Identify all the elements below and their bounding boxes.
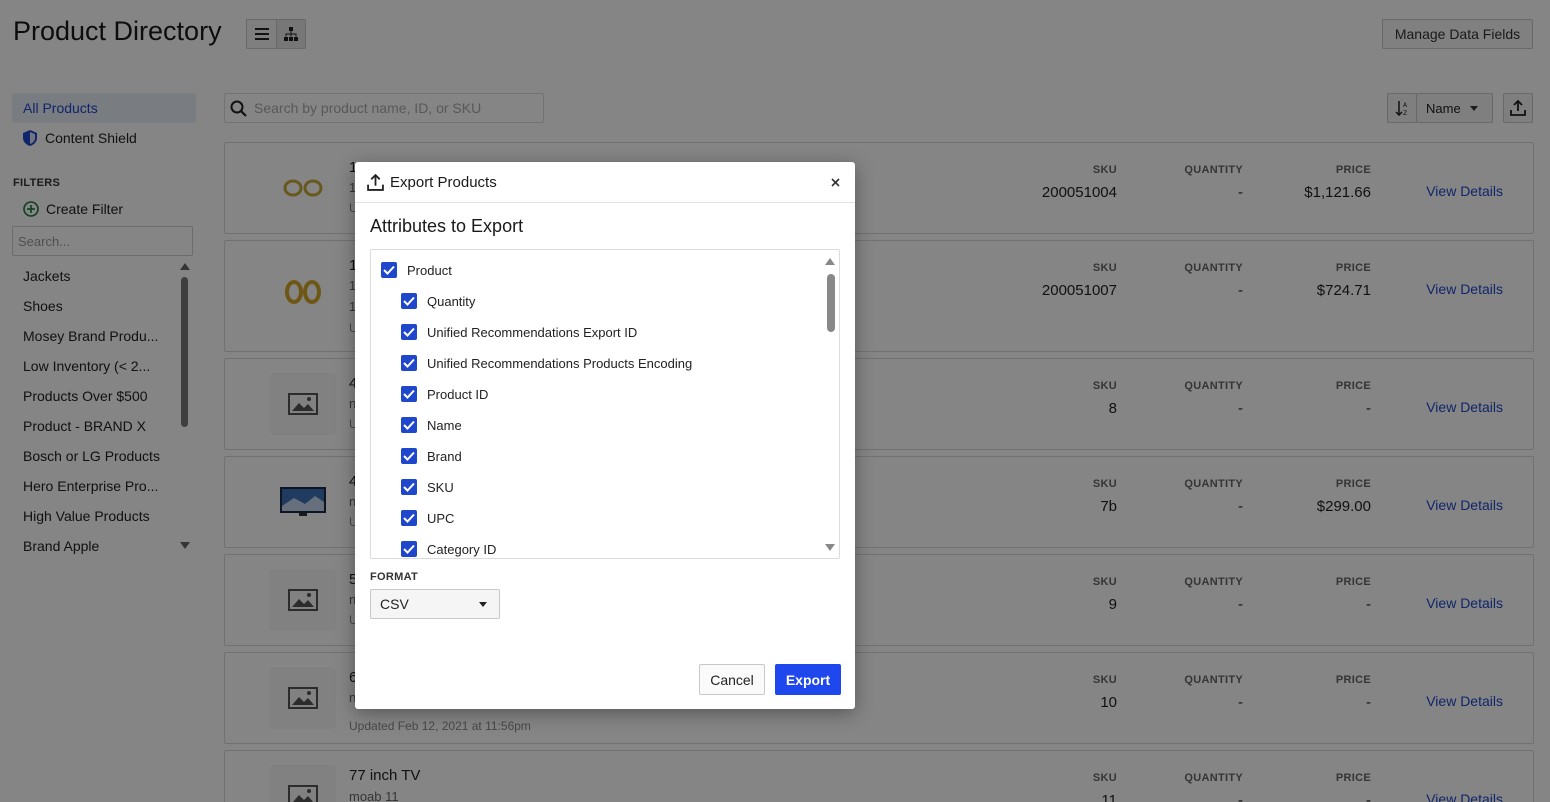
attribute-label: Product	[407, 262, 452, 278]
attribute-row[interactable]: Brand	[401, 448, 462, 464]
attribute-label: UPC	[427, 510, 455, 526]
attribute-label: Product ID	[427, 386, 489, 402]
format-value: CSV	[380, 596, 409, 612]
checkbox-checked[interactable]	[401, 541, 417, 557]
attribute-row[interactable]: Quantity	[401, 293, 475, 309]
export-products-modal: Export Products Attributes to Export Pro…	[355, 162, 855, 709]
attribute-row[interactable]: Unified Recommendations Export ID	[401, 324, 637, 340]
attribute-row[interactable]: SKU	[401, 479, 454, 495]
format-select[interactable]: CSV	[370, 589, 500, 619]
attribute-label: Quantity	[427, 293, 476, 309]
checkbox-checked[interactable]	[381, 262, 397, 278]
scroll-down-arrow[interactable]	[825, 544, 835, 551]
export-confirm-button[interactable]: Export	[775, 664, 841, 695]
modal-title: Export Products	[390, 173, 497, 191]
attribute-label: Name	[427, 417, 462, 433]
checkbox-checked[interactable]	[401, 386, 417, 402]
attribute-label: Category ID	[427, 541, 497, 557]
attribute-row[interactable]: Product ID	[401, 386, 488, 402]
attribute-label: SKU	[427, 479, 454, 495]
attribute-row[interactable]: UPC	[401, 510, 454, 526]
checkbox-checked[interactable]	[401, 355, 417, 371]
attribute-row[interactable]: Product	[381, 262, 452, 278]
attribute-list: Product Quantity Unified Recommendations…	[370, 249, 840, 559]
checkbox-checked[interactable]	[401, 293, 417, 309]
checkbox-checked[interactable]	[401, 448, 417, 464]
attribute-label: Unified Recommendations Products Encodin…	[427, 355, 693, 371]
attribute-label: Brand	[427, 448, 462, 464]
checkbox-checked[interactable]	[401, 479, 417, 495]
modal-header: Export Products	[355, 162, 855, 203]
section-title: Attributes to Export	[370, 216, 524, 236]
checkbox-checked[interactable]	[401, 510, 417, 526]
attribute-row[interactable]: Name	[401, 417, 462, 433]
scrollbar-thumb[interactable]	[827, 274, 835, 332]
scroll-up-arrow[interactable]	[825, 258, 835, 265]
checkbox-checked[interactable]	[401, 324, 417, 340]
cancel-button[interactable]: Cancel	[699, 664, 765, 695]
close-icon[interactable]	[827, 174, 843, 190]
upload-icon	[367, 173, 384, 191]
format-label: FORMAT	[370, 571, 419, 583]
checkbox-checked[interactable]	[401, 417, 417, 433]
attribute-row[interactable]: Unified Recommendations Products Encodin…	[401, 355, 692, 371]
attribute-row[interactable]: Category ID	[401, 541, 496, 557]
chevron-down-icon	[479, 602, 487, 607]
attribute-label: Unified Recommendations Export ID	[427, 324, 638, 340]
